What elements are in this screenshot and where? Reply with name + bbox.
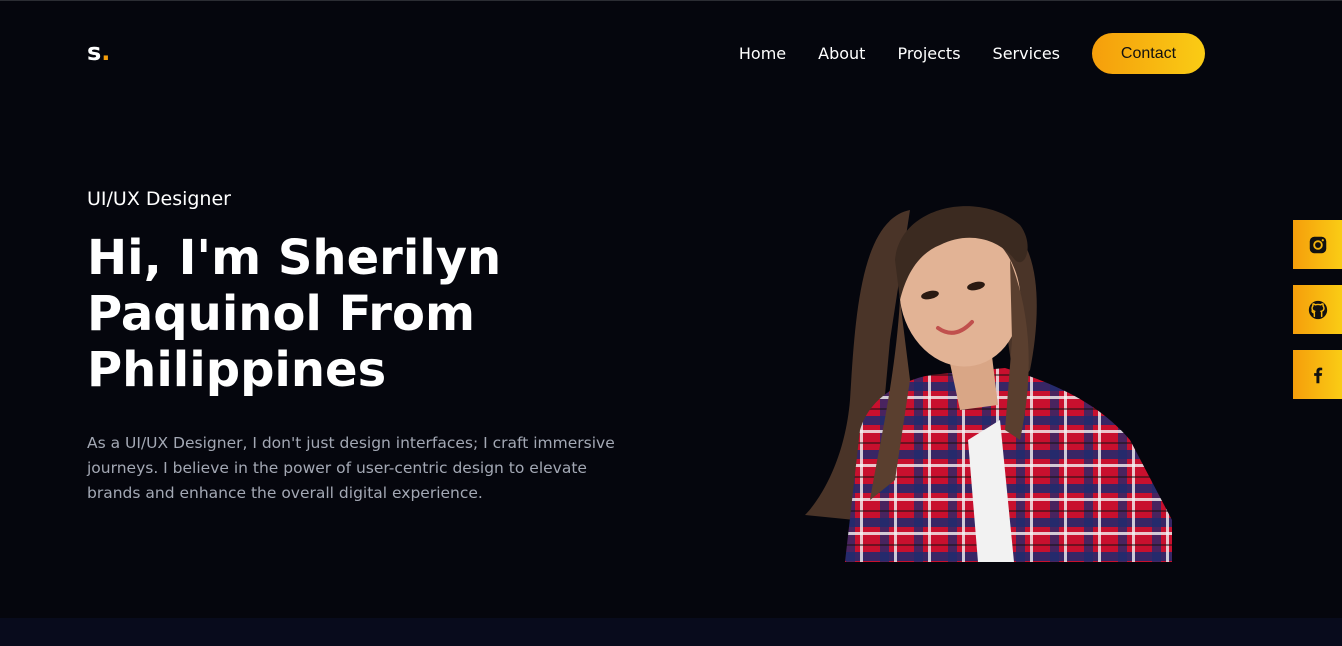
next-section-edge <box>0 618 1342 646</box>
nav-projects[interactable]: Projects <box>897 34 960 74</box>
nav-about[interactable]: About <box>818 34 865 74</box>
site-header: s. Home About Projects Services Contact <box>0 0 1342 108</box>
nav-home[interactable]: Home <box>739 34 786 74</box>
hero-subtitle: UI/UX Designer <box>87 188 231 210</box>
hero-description: As a UI/UX Designer, I don't just design… <box>87 434 615 502</box>
main-nav: Home About Projects Services Contact <box>739 33 1205 74</box>
facebook-link[interactable] <box>1293 350 1342 399</box>
github-icon <box>1308 300 1327 319</box>
hero-title: Hi, I'm Sherilyn Paquinol From Philippin… <box>87 230 502 398</box>
portrait-image <box>805 206 1172 562</box>
contact-button[interactable]: Contact <box>1092 33 1205 74</box>
instagram-icon <box>1309 236 1326 253</box>
social-links <box>1293 220 1342 415</box>
nav-services[interactable]: Services <box>993 34 1060 74</box>
logo-dot: . <box>101 38 111 66</box>
github-link[interactable] <box>1293 285 1342 334</box>
site-logo[interactable]: s. <box>87 38 110 66</box>
facebook-icon <box>1313 367 1322 383</box>
logo-letter: s <box>87 38 102 66</box>
instagram-link[interactable] <box>1293 220 1342 269</box>
